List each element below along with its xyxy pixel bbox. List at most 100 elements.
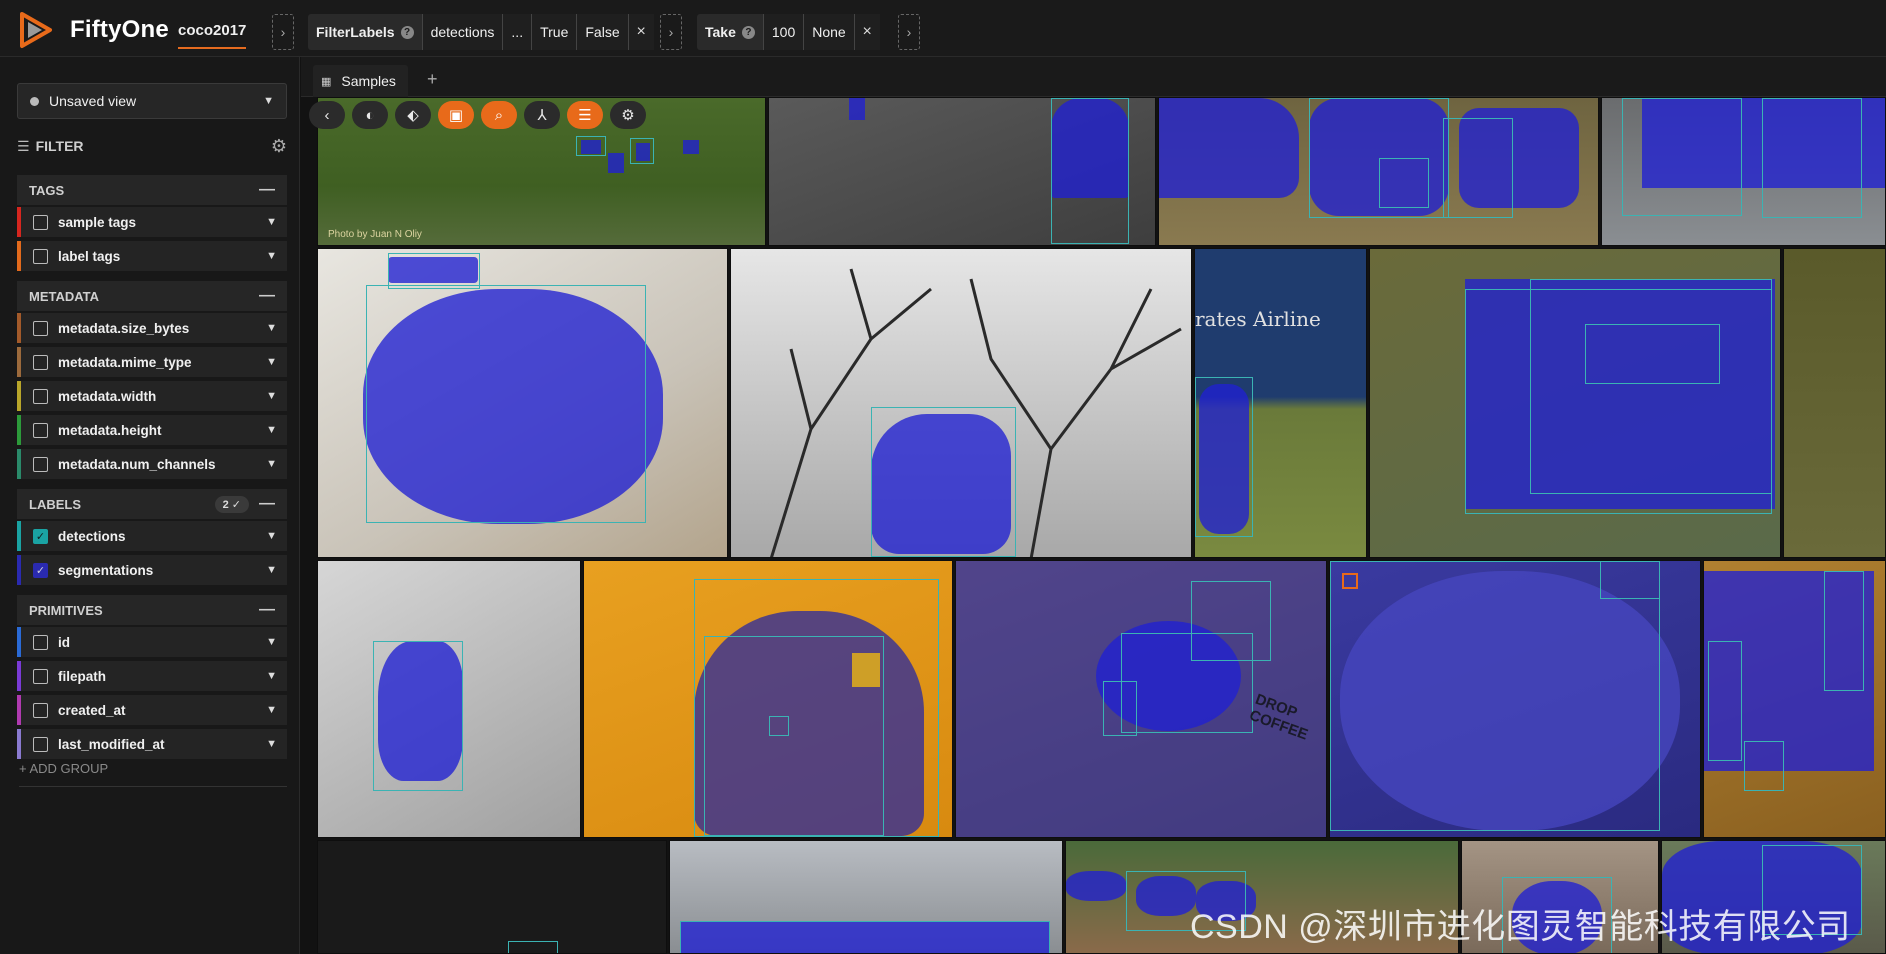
view-bar-arrow-end[interactable]: › [898, 14, 920, 50]
field-sample-tags[interactable]: sample tags ▼ [17, 207, 287, 237]
detection-box [1762, 98, 1862, 218]
palette-icon[interactable]: ◐ [352, 101, 388, 129]
stage-param-field[interactable]: detections [421, 14, 503, 50]
field-id[interactable]: id ▼ [17, 627, 287, 657]
field-last-modified-at[interactable]: last_modified_at ▼ [17, 729, 287, 759]
group-labels[interactable]: LABELS 2 ✓ — [17, 489, 287, 519]
brand-name[interactable]: FiftyOne [70, 16, 169, 44]
close-icon[interactable]: × [853, 14, 880, 50]
field-detections[interactable]: ✓ detections ▼ [17, 521, 287, 551]
collapse-icon[interactable]: — [259, 495, 275, 513]
sample-tile[interactable] [583, 560, 953, 838]
collapse-icon[interactable]: — [259, 601, 275, 619]
crop-icon[interactable]: ▣ [438, 101, 474, 129]
chevron-down-icon[interactable]: ▼ [266, 564, 277, 576]
sample-tile[interactable] [768, 97, 1156, 246]
sample-tile[interactable] [1783, 248, 1886, 558]
list-icon[interactable]: ☰ [567, 101, 603, 129]
help-icon[interactable]: ? [741, 25, 755, 39]
chevron-down-icon[interactable]: ▼ [266, 390, 277, 402]
checkbox-icon[interactable] [33, 388, 48, 404]
field-mime-type[interactable]: metadata.mime_type ▼ [17, 347, 287, 377]
checkbox-icon[interactable] [33, 320, 48, 336]
collapse-icon[interactable]: — [259, 287, 275, 305]
stage-take[interactable]: Take? 100 None × [697, 14, 880, 50]
patches-icon[interactable]: ⅄ [524, 101, 560, 129]
close-icon[interactable]: × [627, 14, 654, 50]
tab-samples[interactable]: ▦ Samples [313, 65, 408, 97]
checkbox-icon[interactable] [33, 214, 48, 230]
chevron-down-icon[interactable]: ▼ [266, 738, 277, 750]
field-size-bytes[interactable]: metadata.size_bytes ▼ [17, 313, 287, 343]
saved-view-label: Unsaved view [49, 93, 137, 109]
checkbox-icon[interactable] [33, 422, 48, 438]
field-height[interactable]: metadata.height ▼ [17, 415, 287, 445]
chevron-down-icon[interactable]: ▼ [266, 322, 277, 334]
back-icon[interactable]: ‹ [309, 101, 345, 129]
add-panel-button[interactable]: + [427, 69, 438, 90]
stage-param-true[interactable]: True [531, 14, 577, 50]
gear-icon[interactable]: ⚙ [610, 101, 646, 129]
checkbox-icon[interactable] [33, 248, 48, 264]
tile-select-checkbox[interactable] [1342, 573, 1358, 589]
sample-tile[interactable] [1601, 97, 1886, 246]
sample-tile[interactable]: DROP COFFEE [955, 560, 1327, 838]
stage-param-more[interactable]: ... [502, 14, 532, 50]
field-segmentations[interactable]: ✓ segmentations ▼ [17, 555, 287, 585]
view-bar-arrow-mid[interactable]: › [660, 14, 682, 50]
chevron-down-icon[interactable]: ▼ [266, 216, 277, 228]
sample-tile[interactable] [1703, 560, 1886, 838]
checkbox-icon[interactable] [33, 668, 48, 684]
sample-tile[interactable] [317, 248, 728, 558]
view-bar-arrow-start[interactable]: › [272, 14, 294, 50]
detection-box [630, 138, 654, 164]
group-primitives[interactable]: PRIMITIVES — [17, 595, 287, 625]
chevron-down-icon[interactable]: ▼ [266, 530, 277, 542]
stage-param-false[interactable]: False [576, 14, 628, 50]
collapse-icon[interactable]: — [259, 181, 275, 199]
dataset-selector[interactable]: coco2017 [178, 22, 247, 49]
chevron-down-icon[interactable]: ▼ [266, 424, 277, 436]
labels-count-badge[interactable]: 2 ✓ [214, 495, 249, 513]
help-icon[interactable]: ? [400, 25, 414, 39]
sample-tile[interactable] [730, 248, 1192, 558]
gear-icon[interactable]: ⚙ [271, 136, 287, 157]
field-created-at[interactable]: created_at ▼ [17, 695, 287, 725]
checkbox-icon[interactable] [33, 702, 48, 718]
checkbox-icon[interactable] [33, 456, 48, 472]
sample-grid[interactable]: Photo by Juan N Oliy rates Airline DROP … [317, 97, 1886, 954]
sample-tile[interactable] [317, 840, 667, 954]
group-tags[interactable]: TAGS — [17, 175, 287, 205]
stage-filter-labels[interactable]: FilterLabels? detections ... True False … [308, 14, 654, 50]
stage-param-size[interactable]: 100 [762, 14, 804, 50]
field-label: metadata.size_bytes [58, 320, 190, 336]
chevron-down-icon[interactable]: ▼ [266, 458, 277, 470]
sample-tile[interactable]: rates Airline [1194, 248, 1367, 558]
search-icon[interactable]: ⌕ [481, 101, 517, 129]
group-metadata[interactable]: METADATA — [17, 281, 287, 311]
tag-icon[interactable]: ⬖ [395, 101, 431, 129]
field-filepath[interactable]: filepath ▼ [17, 661, 287, 691]
checkbox-checked-icon[interactable]: ✓ [33, 562, 48, 578]
chevron-down-icon[interactable]: ▼ [266, 636, 277, 648]
sample-tile[interactable] [1329, 560, 1701, 838]
field-width[interactable]: metadata.width ▼ [17, 381, 287, 411]
field-num-channels[interactable]: metadata.num_channels ▼ [17, 449, 287, 479]
sample-tile[interactable] [317, 560, 581, 838]
sample-tile[interactable] [1158, 97, 1599, 246]
add-group-button[interactable]: + ADD GROUP [19, 761, 287, 787]
checkbox-icon[interactable] [33, 736, 48, 752]
chevron-down-icon[interactable]: ▼ [266, 250, 277, 262]
chevron-down-icon[interactable]: ▼ [266, 670, 277, 682]
chevron-down-icon[interactable]: ▼ [266, 704, 277, 716]
group-title: LABELS [29, 496, 81, 512]
checkbox-icon[interactable] [33, 354, 48, 370]
stage-param-seed[interactable]: None [803, 14, 854, 50]
field-label-tags[interactable]: label tags ▼ [17, 241, 287, 271]
sample-tile[interactable] [1369, 248, 1781, 558]
checkbox-icon[interactable] [33, 634, 48, 650]
sample-tile[interactable] [669, 840, 1063, 954]
saved-view-select[interactable]: Unsaved view ▼ [17, 83, 287, 119]
checkbox-checked-icon[interactable]: ✓ [33, 528, 48, 544]
chevron-down-icon[interactable]: ▼ [266, 356, 277, 368]
